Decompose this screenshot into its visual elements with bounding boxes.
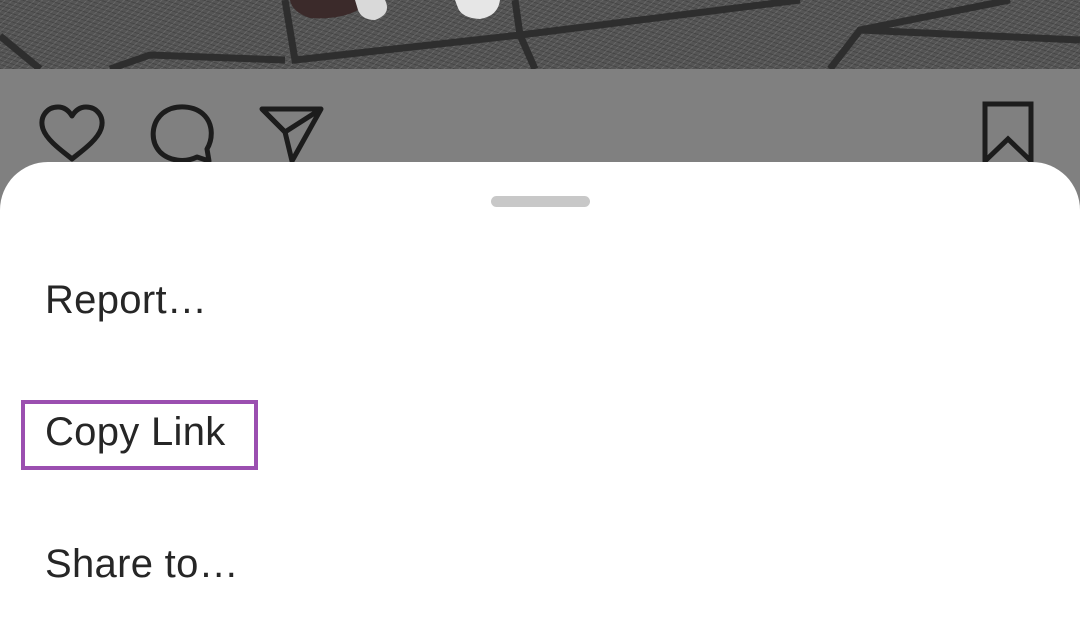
paper-plane-icon[interactable] xyxy=(257,99,327,169)
comment-bubble-icon[interactable] xyxy=(147,99,217,169)
menu-item-copy-link[interactable]: Copy Link xyxy=(45,408,226,456)
feet-detail xyxy=(290,0,500,20)
bookmark-outline-icon[interactable] xyxy=(973,99,1043,169)
menu-item-share-to[interactable]: Share to… xyxy=(45,540,239,588)
post-photo xyxy=(0,0,1080,69)
pavement-lines xyxy=(0,0,1080,69)
drag-handle[interactable] xyxy=(491,196,590,207)
menu-item-report[interactable]: Report… xyxy=(45,276,207,324)
heart-outline-icon[interactable] xyxy=(37,99,107,169)
options-bottom-sheet: Report… Copy Link Share to… xyxy=(0,162,1080,633)
